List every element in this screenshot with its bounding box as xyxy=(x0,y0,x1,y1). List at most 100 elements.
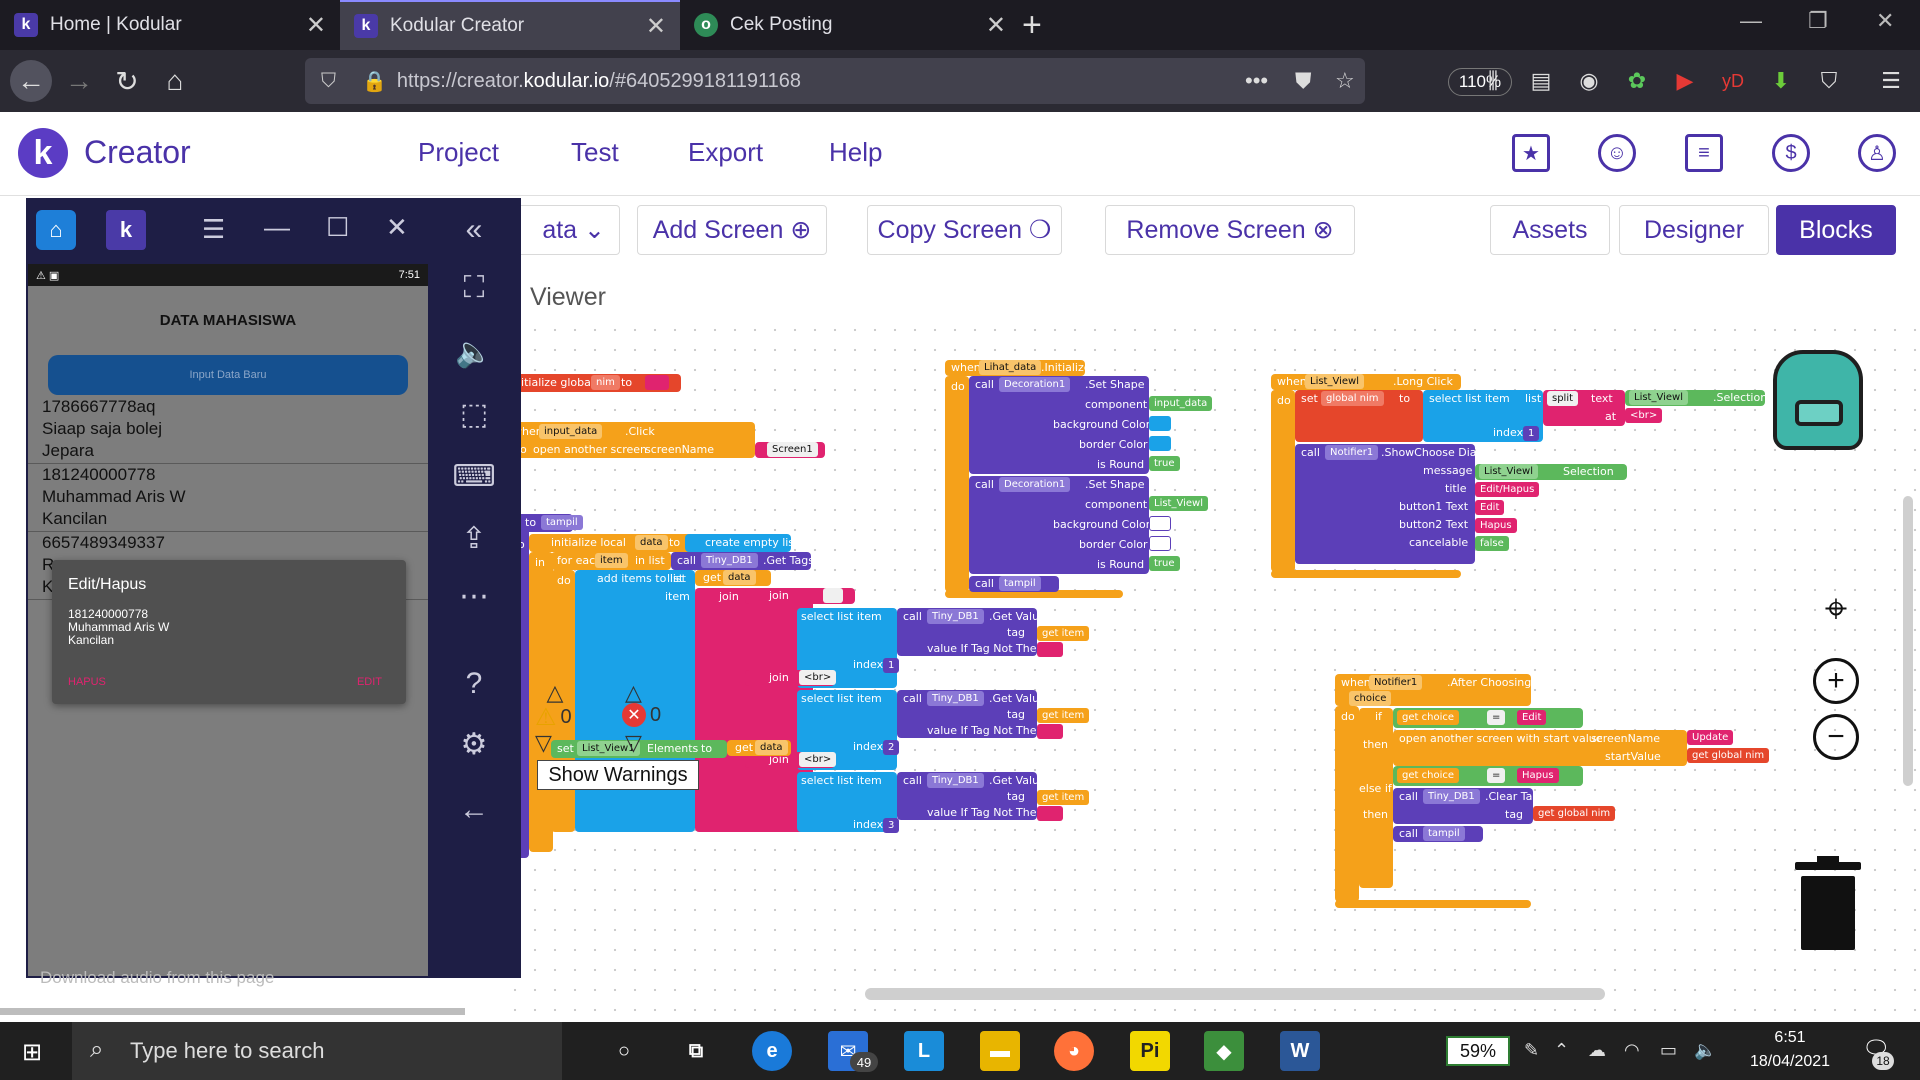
number-block[interactable]: 2 xyxy=(883,740,900,755)
join-row-1[interactable]: join xyxy=(745,588,855,604)
account-icon[interactable]: ◉ xyxy=(1574,66,1604,96)
set-shape-block-2[interactable]: call Decoration1 .Set Shape component ba… xyxy=(969,476,1150,574)
download-audio-hint[interactable]: Download audio from this page xyxy=(40,968,430,990)
restore-window-icon[interactable]: ❐ xyxy=(1808,8,1828,34)
emulator-close-icon[interactable]: ✕ xyxy=(386,212,408,243)
volume-icon[interactable]: 🔈 xyxy=(452,330,496,374)
designer-button[interactable]: Designer xyxy=(1619,205,1769,255)
menu-help[interactable]: Help xyxy=(829,137,882,168)
empty-text-block[interactable] xyxy=(1037,724,1063,739)
tray-chevron-icon[interactable]: ⌃ xyxy=(1554,1040,1569,1061)
back-icon[interactable]: ← xyxy=(10,60,52,102)
recenter-icon[interactable]: ⌖ xyxy=(1813,586,1859,632)
number-block[interactable]: 3 xyxy=(883,818,900,833)
call-tampil-block[interactable]: call tampil xyxy=(969,576,1059,592)
keyboard-icon[interactable]: ⌨ xyxy=(452,454,496,498)
empty-text-block[interactable] xyxy=(1037,806,1063,821)
remove-screen-button[interactable]: Remove Screen ⊗ xyxy=(1105,205,1355,255)
dollar-icon[interactable]: $ xyxy=(1772,134,1810,172)
cortana-icon[interactable]: ○ xyxy=(604,1031,644,1071)
fullscreen-icon[interactable]: ⛶ xyxy=(452,266,496,310)
if-block[interactable]: if then else if then xyxy=(1359,708,1393,888)
get-value-2[interactable]: call Tiny_DB1 .Get Value tag value If Ta… xyxy=(897,690,1048,738)
back-arrow-icon[interactable]: ← xyxy=(452,788,496,832)
forward-icon[interactable]: → xyxy=(58,60,100,102)
split-block[interactable]: split text at xyxy=(1543,390,1625,426)
join-row-2[interactable]: join <br> xyxy=(745,670,837,686)
l-app-icon[interactable]: L xyxy=(904,1031,944,1071)
join-outer-block[interactable]: join xyxy=(695,588,813,832)
close-window-icon[interactable]: ✕ xyxy=(1876,8,1894,34)
get-data-block-2[interactable]: get data xyxy=(727,740,791,756)
account-circle-icon[interactable]: ♙ xyxy=(1858,134,1896,172)
listview-selection-block[interactable]: List_Viewl .Selection xyxy=(1625,390,1767,406)
input-data-baru-button[interactable]: Input Data Baru xyxy=(48,355,408,395)
color-block[interactable] xyxy=(1149,516,1171,531)
when-lihat-data-initialize-block[interactable]: when Lihat_data .Initialize xyxy=(945,360,1091,376)
community-icon[interactable]: ☺ xyxy=(1598,134,1636,172)
close-tab-icon[interactable]: ✕ xyxy=(646,12,666,41)
reload-icon[interactable]: ↻ xyxy=(106,60,148,102)
when-input-data-click-block[interactable]: when input_data .Click do open another s… xyxy=(505,422,755,458)
menu-hamburger-icon[interactable]: ☰ xyxy=(1876,66,1906,96)
false-block[interactable]: false xyxy=(1475,536,1509,551)
sidebar-icon[interactable]: ▤ xyxy=(1526,66,1556,96)
taskbar-search-box[interactable]: ⌕ Type here to search xyxy=(72,1022,562,1080)
settings-gear-icon[interactable]: ⚙ xyxy=(452,722,496,766)
get-global-nim-block[interactable]: get global nim xyxy=(1533,806,1616,821)
tab-kodular-creator[interactable]: k Kodular Creator ✕ xyxy=(340,0,680,50)
br-text-block[interactable]: <br> xyxy=(1625,408,1663,423)
add-screen-button[interactable]: Add Screen ⊕ xyxy=(637,205,827,255)
more-actions-icon[interactable]: ••• xyxy=(1245,68,1268,94)
call-tampil-block[interactable]: call tampil xyxy=(1393,826,1483,842)
create-empty-list-block[interactable]: create empty list xyxy=(685,534,798,552)
tab-cek-posting[interactable]: o Cek Posting ✕ xyxy=(680,0,1020,50)
edit-text-block[interactable]: Edit xyxy=(1475,500,1505,515)
list-item[interactable]: 1786667778aq Siaap saja bolej Jepara xyxy=(28,396,428,464)
screenshot-select-icon[interactable]: ⬚ xyxy=(452,392,496,436)
copy-screen-button[interactable]: Copy Screen ❍ xyxy=(867,205,1062,255)
screen-select-dropdown[interactable]: ata ⌄ xyxy=(505,205,620,255)
close-tab-icon[interactable]: ✕ xyxy=(306,11,326,40)
get-item-1[interactable]: get item xyxy=(1037,626,1090,641)
menu-project[interactable]: Project xyxy=(418,137,499,168)
library-icon[interactable]: ⫼ xyxy=(1478,66,1508,96)
emulator-maximize-icon[interactable]: ☐ xyxy=(326,212,349,243)
windows-start-icon[interactable]: ⊞ xyxy=(22,1038,42,1067)
number-block[interactable]: 1 xyxy=(883,658,900,673)
list-item[interactable]: 181240000778 Muhammad Aris W Kancilan xyxy=(28,464,428,532)
show-warnings-button[interactable]: Show Warnings xyxy=(537,760,699,790)
select-list-item-3[interactable]: select list item index xyxy=(797,772,897,832)
documentation-icon[interactable]: ≡ xyxy=(1685,134,1723,172)
number-block[interactable]: 1 xyxy=(1523,426,1540,441)
home-icon[interactable]: ⌂ xyxy=(154,60,196,102)
privacy-extension-icon[interactable]: ⛉ xyxy=(1814,66,1844,96)
help-icon[interactable]: ? xyxy=(452,662,496,706)
get-item-3[interactable]: get item xyxy=(1037,790,1090,805)
word-icon[interactable]: W xyxy=(1280,1031,1320,1071)
empty-text-block[interactable] xyxy=(823,588,843,603)
speaker-icon[interactable]: 🔈 xyxy=(1694,1040,1716,1061)
youtube-extension-icon[interactable]: ▶ xyxy=(1670,66,1700,96)
when-listview-longclick-block[interactable]: when List_Viewl .Long Click xyxy=(1271,374,1461,390)
triangle-down-icon[interactable]: ▽ xyxy=(535,730,552,756)
for-each-item-block[interactable]: for each item in list xyxy=(551,552,671,570)
edit-hapus-text-block[interactable]: Edit/Hapus xyxy=(1475,482,1540,497)
pen-icon[interactable]: ✎ xyxy=(1524,1040,1539,1061)
horizontal-scrollbar[interactable] xyxy=(865,988,1605,1000)
onedrive-icon[interactable]: ☁ xyxy=(1588,1040,1606,1061)
blocks-button[interactable]: Blocks xyxy=(1776,205,1896,255)
bookmark-star-icon[interactable]: ☆ xyxy=(1335,68,1355,94)
when-after-choosing-block[interactable]: when Notifier1 .After Choosing choice xyxy=(1335,674,1531,706)
taskbar-clock[interactable]: 6:51 18/04/2021 xyxy=(1740,1026,1840,1074)
assets-button[interactable]: Assets xyxy=(1490,205,1610,255)
yd-extension-icon[interactable]: yD xyxy=(1718,66,1748,96)
bluestacks-icon[interactable]: ◆ xyxy=(1204,1031,1244,1071)
empty-text-block[interactable] xyxy=(1037,642,1063,657)
hapus-button[interactable]: HAPUS xyxy=(68,676,106,688)
get-data-block[interactable]: get data xyxy=(695,570,771,586)
collapse-sidebar-icon[interactable]: « xyxy=(452,208,496,252)
page-horizontal-scrollbar[interactable] xyxy=(0,1008,465,1015)
color-block[interactable] xyxy=(1149,536,1171,551)
compare-hapus-block[interactable]: get choice = Hapus xyxy=(1393,766,1583,786)
